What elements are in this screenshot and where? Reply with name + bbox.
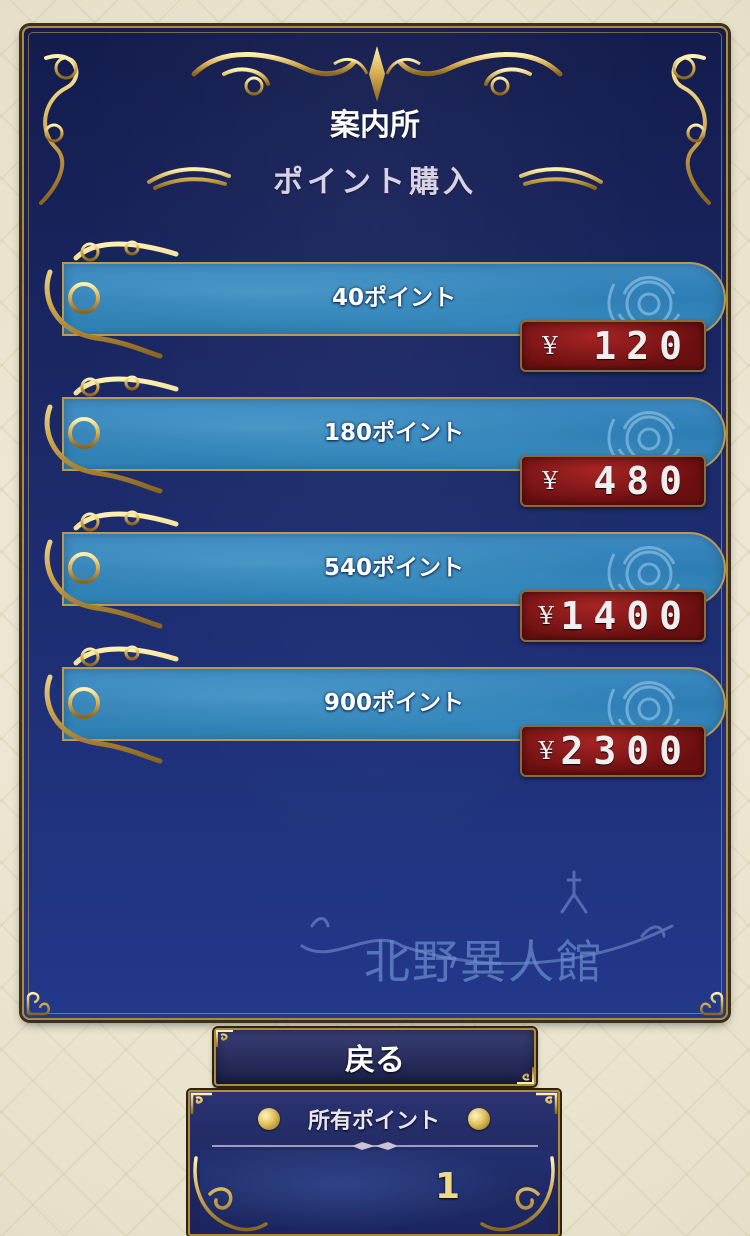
item-label: 540ポイント	[323, 555, 464, 581]
owned-points-panel: 所有ポイント 1	[188, 1090, 560, 1236]
back-button[interactable]: 戻る	[214, 1028, 536, 1086]
corner-ornament-bottom-right	[699, 991, 724, 1016]
price-amount: 2300	[560, 729, 692, 773]
corner-ornament-bottom-left	[26, 991, 51, 1016]
purchase-item-180[interactable]: 180ポイント ¥ 480	[34, 363, 726, 508]
corner-ornament	[193, 1156, 268, 1232]
button-corner-ornament	[517, 1067, 534, 1084]
price-amount: 1400	[560, 594, 692, 638]
main-panel: 案内所 ポイント購入 40ポイント ¥ 120 180ポイント ¥ 480 54…	[22, 26, 728, 1020]
points-header: 所有ポイント	[190, 1092, 558, 1146]
subtitle-flourish-left	[147, 167, 231, 190]
purchase-item-40[interactable]: 40ポイント ¥ 120	[34, 228, 726, 373]
gold-orb-icon	[257, 1108, 280, 1130]
back-button-label: 戻る	[345, 1043, 405, 1078]
currency-symbol: ¥	[538, 737, 554, 765]
price-amount: 120	[593, 324, 692, 368]
currency-symbol: ¥	[542, 332, 558, 360]
corner-ornament	[480, 1156, 555, 1232]
divider	[212, 1142, 538, 1150]
points-title: 所有ポイント	[307, 1109, 440, 1134]
button-corner-ornament	[216, 1030, 233, 1047]
gold-orb-icon	[468, 1108, 490, 1130]
subtitle-row: ポイント購入	[24, 156, 726, 202]
page-title: 案内所	[330, 108, 420, 143]
currency-symbol: ¥	[542, 467, 558, 495]
currency-symbol: ¥	[538, 602, 554, 630]
purchase-item-540[interactable]: 540ポイント ¥ 1400	[34, 498, 726, 643]
item-label: 900ポイント	[323, 690, 464, 716]
logo-text: 北野異人館	[364, 935, 604, 989]
points-value: 1	[434, 1166, 460, 1207]
price-tag[interactable]: ¥ 2300	[520, 725, 706, 777]
page-subtitle: ポイント購入	[273, 165, 477, 200]
purchase-item-900[interactable]: 900ポイント ¥ 2300	[34, 633, 726, 778]
subtitle-flourish-right	[519, 167, 603, 190]
item-label: 180ポイント	[323, 420, 464, 446]
item-label: 40ポイント	[331, 285, 456, 311]
price-amount: 480	[593, 459, 692, 503]
